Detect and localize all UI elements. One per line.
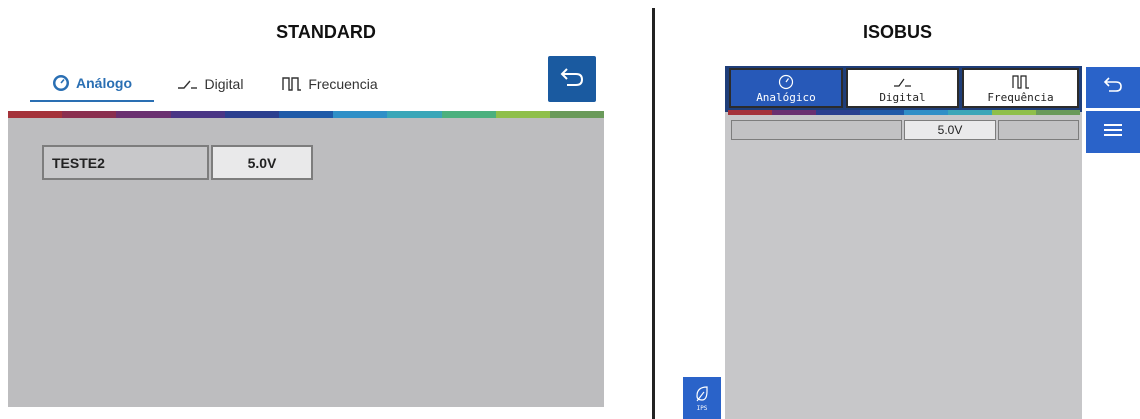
isobus-sensor-name-cell — [731, 120, 902, 140]
isobus-tab-analogico[interactable]: Analógico — [729, 68, 843, 108]
digital-signal-icon — [177, 78, 199, 90]
digital-signal-icon — [893, 73, 913, 91]
isobus-back-button[interactable] — [1086, 67, 1140, 108]
sensor-name-cell: TESTE2 — [42, 145, 209, 180]
isobus-menu-button[interactable] — [1086, 111, 1140, 153]
leaf-icon — [694, 385, 710, 405]
tab-digital[interactable]: Digital — [154, 66, 266, 102]
isobus-content-panel — [725, 66, 1082, 419]
isobus-extra-cell — [998, 120, 1079, 140]
back-arrow-icon — [1103, 76, 1123, 99]
back-arrow-icon — [559, 66, 585, 93]
isobus-heading: ISOBUS — [862, 22, 932, 42]
gauge-icon — [52, 74, 70, 92]
isobus-tab-digital-label: Digital — [879, 90, 926, 104]
menu-icon — [1103, 122, 1123, 143]
tab-analogo-label: Análogo — [76, 75, 132, 91]
standard-tab-bar: Análogo Digital Frecuencia — [30, 66, 394, 106]
isobus-tab-frequencia[interactable]: Frequência — [962, 68, 1079, 108]
sensor-value-cell: 5.0V — [211, 145, 313, 180]
isobus-ips-button[interactable]: IPS — [683, 377, 721, 419]
pulse-wave-icon — [1011, 73, 1030, 91]
isobus-tab-digital[interactable]: Digital — [846, 68, 959, 108]
tab-digital-label: Digital — [204, 76, 244, 92]
isobus-color-stripe — [728, 110, 1080, 115]
isobus-left-softkey-area — [660, 66, 722, 419]
section-divider — [652, 8, 655, 419]
isobus-tab-analogico-label: Analógico — [756, 90, 816, 104]
tab-frecuencia-label: Frecuencia — [308, 76, 378, 92]
isobus-ips-label: IPS — [696, 404, 708, 412]
standard-heading: STANDARD — [276, 22, 376, 42]
tab-frecuencia[interactable]: Frecuencia — [266, 66, 394, 102]
gauge-icon — [778, 73, 794, 91]
isobus-sensor-value-cell: 5.0V — [904, 120, 996, 140]
pulse-wave-icon — [282, 77, 302, 91]
back-button[interactable] — [548, 56, 596, 102]
isobus-tab-frequencia-label: Frequência — [987, 90, 1054, 104]
tab-analogo[interactable]: Análogo — [30, 66, 154, 102]
